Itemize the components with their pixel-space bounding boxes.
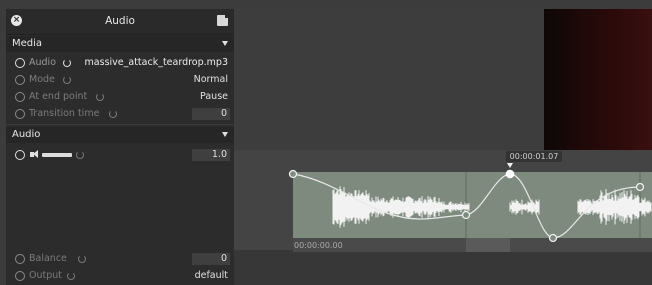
reset-icon[interactable] — [76, 151, 84, 159]
audio-section-header[interactable]: Audio — [6, 127, 234, 143]
reset-icon[interactable] — [78, 255, 86, 263]
stopwatch-icon[interactable] — [15, 150, 25, 160]
at-end-point-label: At end point — [29, 91, 88, 102]
audio-file-value[interactable]: massive_attack_teardrop.mp3 — [85, 57, 228, 68]
envelope-point[interactable] — [548, 233, 558, 243]
output-row: Output default — [6, 268, 234, 285]
at-end-point-row: At end point Pause — [6, 89, 234, 106]
envelope-point-selected[interactable] — [505, 169, 515, 179]
envelope-point[interactable] — [288, 169, 298, 179]
transition-time-input[interactable]: 0 — [192, 108, 230, 120]
at-end-point-value[interactable]: Pause — [200, 91, 228, 102]
collapse-arrow-icon[interactable] — [222, 132, 228, 137]
audio-file-row: Audio massive_attack_teardrop.mp3 — [6, 55, 234, 72]
popout-icon[interactable] — [217, 14, 229, 26]
transition-time-row: Transition time 0 — [6, 106, 234, 123]
mode-row: Mode Normal — [6, 72, 234, 89]
reset-icon[interactable] — [96, 93, 104, 101]
stopwatch-icon[interactable] — [15, 75, 25, 85]
panel-title: Audio — [105, 15, 135, 27]
panel-titlebar: × Audio — [6, 9, 234, 35]
divider — [6, 124, 234, 125]
volume-slider[interactable] — [42, 153, 72, 157]
speaker-icon[interactable] — [30, 150, 38, 158]
envelope-point[interactable] — [461, 210, 471, 220]
audio-section-label: Audio — [12, 129, 41, 140]
balance-input[interactable]: 0 — [192, 253, 230, 265]
mode-value[interactable]: Normal — [194, 74, 228, 85]
playhead-marker-icon[interactable] — [507, 163, 513, 168]
reset-icon[interactable] — [63, 59, 71, 67]
media-section-label: Media — [12, 38, 43, 49]
reset-icon[interactable] — [63, 76, 71, 84]
reset-icon[interactable] — [67, 272, 75, 280]
envelope-point[interactable] — [635, 182, 645, 192]
waveform — [332, 186, 652, 228]
stopwatch-icon[interactable] — [15, 271, 25, 281]
balance-label: Balance — [29, 253, 67, 264]
balance-row: Balance 0 — [6, 251, 234, 268]
playhead-timecode: 00:00:01.07 — [506, 151, 562, 162]
collapse-arrow-icon[interactable] — [222, 41, 228, 46]
stopwatch-icon[interactable] — [15, 109, 25, 119]
volume-input[interactable]: 1.0 — [192, 149, 230, 161]
app-root: 00:00:00.00 00:00:01.07 × Audio Media Au… — [0, 0, 652, 285]
transition-time-label: Transition time — [29, 108, 100, 119]
volume-row: 1.0 — [6, 147, 234, 164]
stopwatch-icon[interactable] — [15, 58, 25, 68]
mode-label: Mode — [29, 74, 55, 85]
output-label: Output — [29, 270, 62, 281]
stopwatch-icon[interactable] — [15, 254, 25, 264]
media-section-header[interactable]: Media — [6, 36, 234, 52]
reset-icon[interactable] — [109, 110, 117, 118]
output-value[interactable]: default — [195, 270, 228, 281]
audio-label: Audio — [29, 57, 57, 68]
stopwatch-icon[interactable] — [15, 92, 25, 102]
audio-panel: × Audio Media Audio massive_attack_teard… — [6, 9, 234, 285]
